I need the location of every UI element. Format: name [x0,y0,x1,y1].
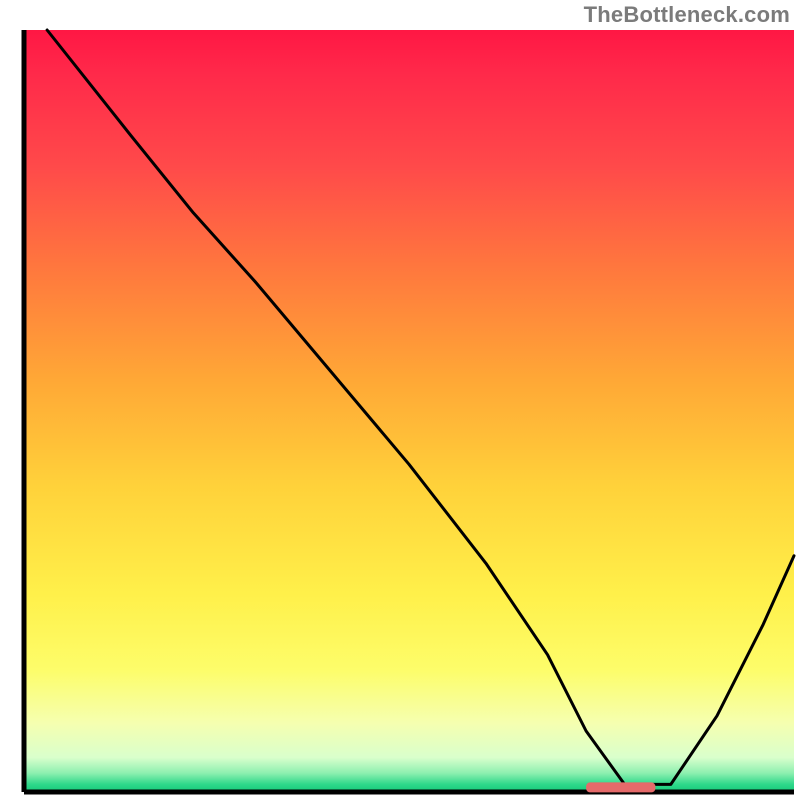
bottleneck-chart [0,0,800,800]
watermark-text: TheBottleneck.com [584,2,790,28]
chart-frame: TheBottleneck.com [0,0,800,800]
optimal-range-marker [586,782,655,792]
